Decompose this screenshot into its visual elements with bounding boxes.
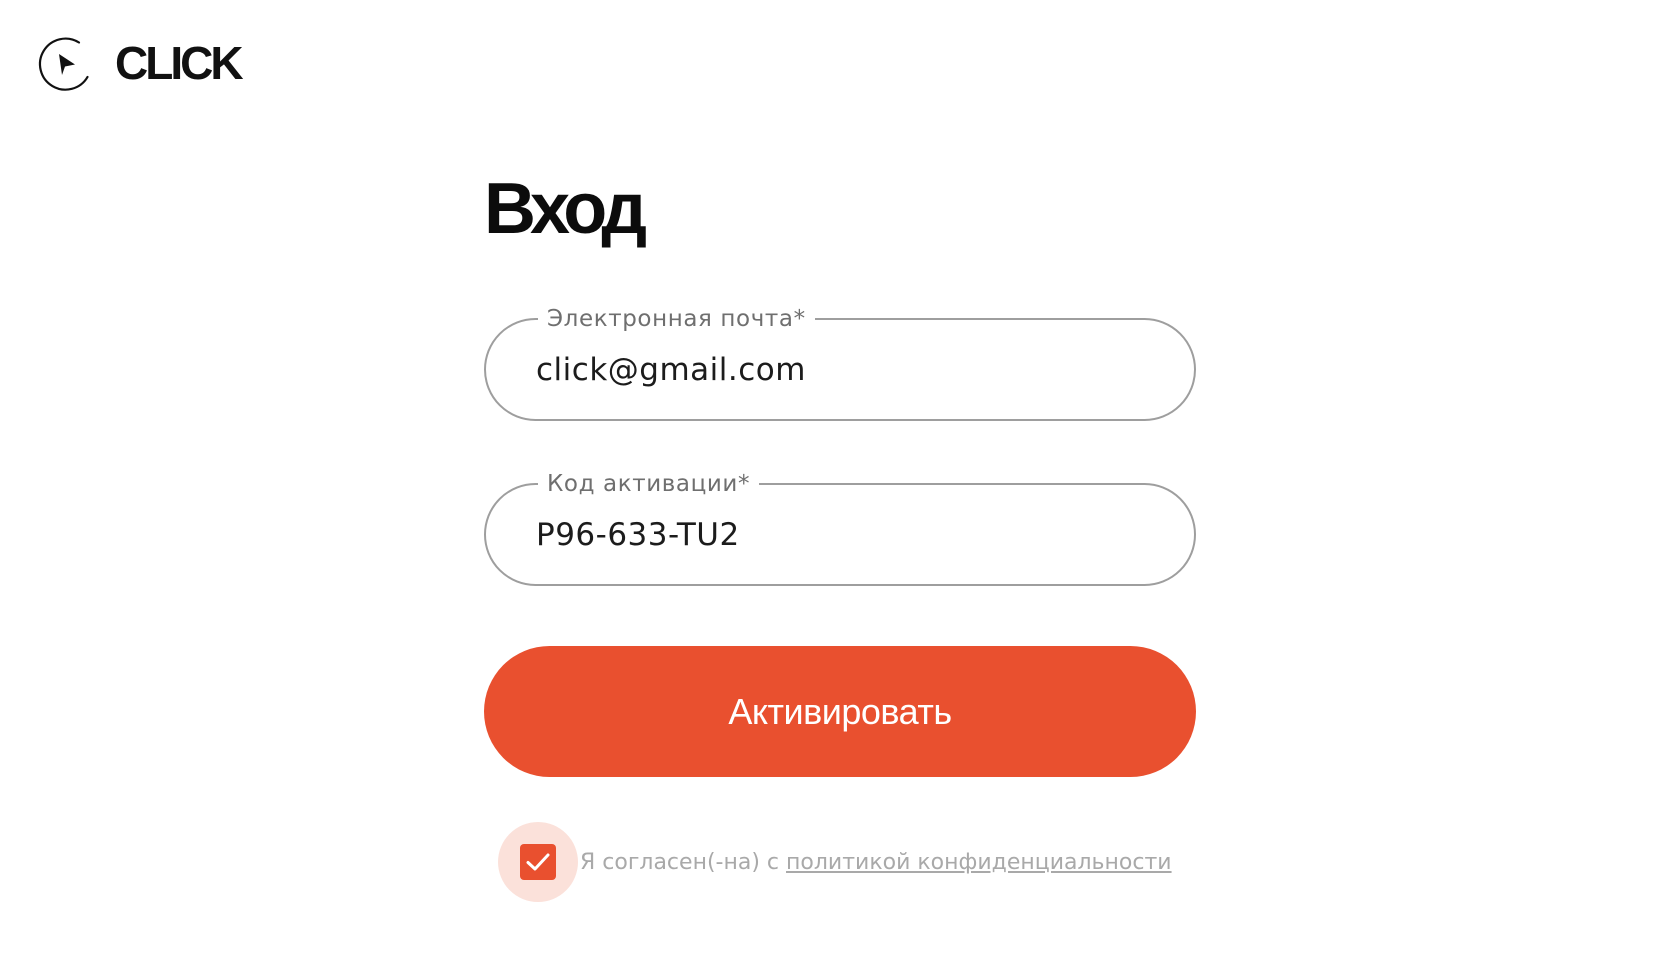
brand-name: CLICK xyxy=(115,37,244,89)
activation-code-field[interactable]: Код активации* xyxy=(484,470,1196,586)
consent-label: Я согласен(-на) с политикой конфиденциал… xyxy=(580,850,1172,875)
page-title: Вход xyxy=(484,169,647,249)
play-circle-icon xyxy=(38,37,89,91)
login-page: CLICK Вход Электронная почта* Код актива… xyxy=(0,0,1680,960)
consent-row: Я согласен(-на) с политикой конфиденциал… xyxy=(498,822,1172,902)
consent-checkbox[interactable] xyxy=(498,822,578,902)
activate-button[interactable]: Активировать xyxy=(484,646,1196,777)
consent-text: Я согласен(-на) с xyxy=(580,849,787,875)
email-input[interactable] xyxy=(536,320,1136,419)
privacy-policy-link[interactable]: политикой конфиденциальности xyxy=(786,850,1172,875)
brand-logo[interactable]: CLICK xyxy=(35,33,244,93)
checkmark-icon xyxy=(526,853,550,871)
email-field[interactable]: Электронная почта* xyxy=(484,305,1196,421)
checkbox-box xyxy=(520,844,556,880)
activation-code-input[interactable] xyxy=(536,485,1136,584)
